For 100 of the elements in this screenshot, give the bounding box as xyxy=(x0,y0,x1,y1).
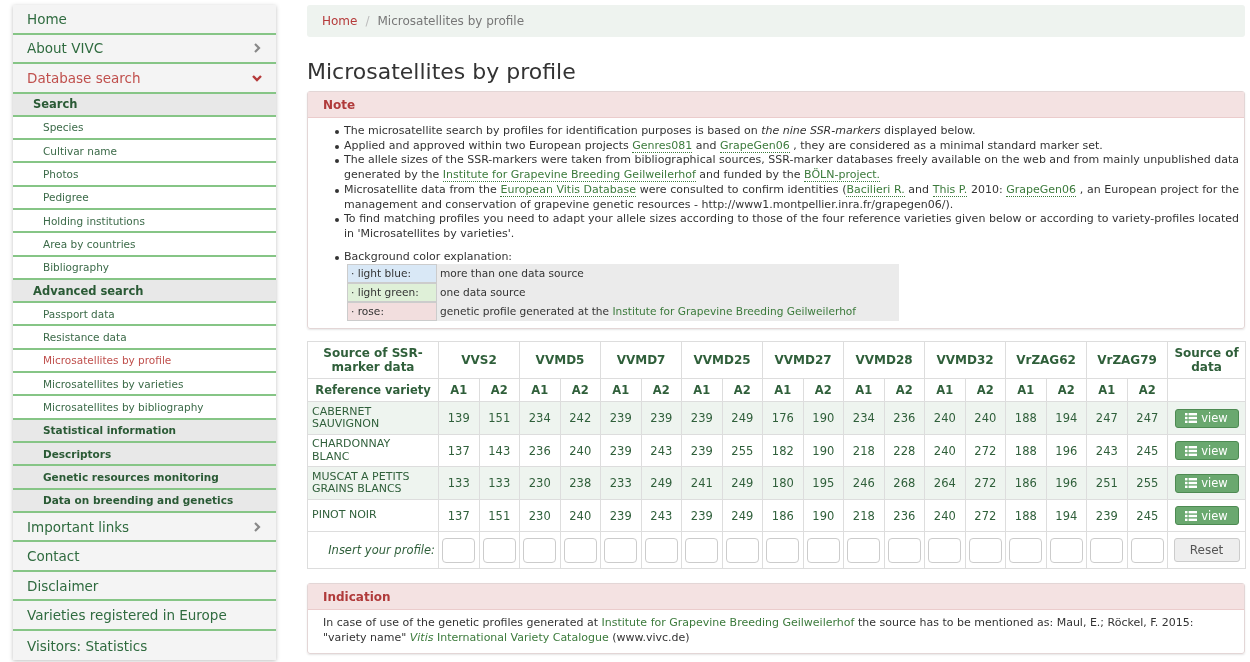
chevron-down-icon xyxy=(252,72,262,83)
table-cell: 218 xyxy=(843,499,885,532)
panel-title: Note xyxy=(323,97,356,112)
link[interactable]: Bacilieri R. xyxy=(846,182,905,197)
reset-button[interactable]: Reset xyxy=(1173,538,1240,563)
menu-item[interactable]: Photos xyxy=(13,163,276,187)
allele-input[interactable] xyxy=(928,537,962,563)
allele-input[interactable] xyxy=(482,537,516,563)
menu-item[interactable]: Visitors: Statistics xyxy=(13,630,276,661)
table-cell: 240 xyxy=(924,499,966,532)
allele-input[interactable] xyxy=(563,537,597,563)
link[interactable]: BÖLN-project. xyxy=(804,168,881,183)
menu-item[interactable]: Varieties registered in Europe xyxy=(13,601,276,631)
allele-input[interactable] xyxy=(1090,537,1124,563)
allele-input[interactable] xyxy=(847,537,881,563)
menu-item[interactable]: Advanced search xyxy=(13,279,276,304)
table-cell: 188 xyxy=(1005,499,1047,532)
table-cell: 246 xyxy=(843,466,885,500)
menu-item[interactable]: Area by countries xyxy=(13,233,276,257)
column-header: A1 xyxy=(438,378,479,402)
allele-input[interactable] xyxy=(806,537,840,563)
menu-item[interactable]: Genetic resources monitoring xyxy=(13,466,276,490)
link[interactable]: This P. xyxy=(932,182,968,197)
table-cell: 239 xyxy=(681,434,723,467)
column-header: A2 xyxy=(1046,378,1087,402)
column-header: A2 xyxy=(641,378,682,402)
column-header: A1 xyxy=(924,378,966,402)
link[interactable]: Vitis International Variety Catalogue xyxy=(409,631,609,645)
allele-input[interactable] xyxy=(968,537,1002,563)
menu-item[interactable]: Descriptors xyxy=(13,442,276,467)
column-header: A1 xyxy=(519,378,560,402)
table-cell: 218 xyxy=(843,434,885,467)
table-cell: 230 xyxy=(519,466,560,500)
table-cell: 190 xyxy=(803,499,844,532)
table-cell: 236 xyxy=(519,434,560,467)
menu-item[interactable]: Contact xyxy=(13,542,276,572)
legend-text: more than one data source xyxy=(439,266,584,282)
table-cell: 188 xyxy=(1005,434,1047,467)
menu-item[interactable]: Microsatellites by profile xyxy=(13,349,276,374)
breadcrumb-separator: / xyxy=(365,14,370,28)
menu-item[interactable]: Statistical information xyxy=(13,419,276,443)
table-cell: 239 xyxy=(600,401,642,435)
allele-input[interactable] xyxy=(685,537,719,563)
menu-item[interactable]: Data on breending and genetics xyxy=(13,489,276,513)
table-cell: 245 xyxy=(1127,434,1168,467)
bullet-icon xyxy=(335,130,339,134)
table-cell: 194 xyxy=(1046,499,1087,532)
table-cell: 236 xyxy=(884,499,925,532)
input-label: Insert your profile: xyxy=(307,531,439,569)
link[interactable]: Genres081 xyxy=(632,138,693,153)
table-cell: 251 xyxy=(1086,466,1128,500)
menu-item[interactable]: Pedigree xyxy=(13,186,276,210)
menu-item[interactable]: Microsatellites by varieties xyxy=(13,373,276,397)
menu-item[interactable]: Important links xyxy=(13,512,276,543)
link[interactable]: European Vitis Database xyxy=(500,182,637,197)
menu-item[interactable]: Species xyxy=(13,116,276,141)
allele-input[interactable] xyxy=(766,537,800,563)
link[interactable]: Institute for Grapevine Breeding Geilweilerhof xyxy=(601,616,855,630)
panel-title: Indication xyxy=(323,589,391,604)
allele-input[interactable] xyxy=(523,537,557,563)
table-cell: 234 xyxy=(519,401,560,435)
menu-item[interactable]: Resistance data xyxy=(13,326,276,350)
table-cell: 188 xyxy=(1005,401,1047,435)
table-cell: 255 xyxy=(722,434,763,467)
allele-input[interactable] xyxy=(887,537,921,563)
bullet-icon xyxy=(335,218,339,223)
allele-input[interactable] xyxy=(442,537,476,563)
menu-item[interactable]: About VIVC xyxy=(13,34,276,64)
table-cell: 190 xyxy=(803,434,844,467)
allele-input[interactable] xyxy=(1009,537,1043,563)
allele-input[interactable] xyxy=(725,537,759,563)
menu-item[interactable]: Microsatellites by bibliography xyxy=(13,396,276,420)
allele-input[interactable] xyxy=(604,537,638,563)
allele-input[interactable] xyxy=(1130,537,1164,563)
column-header: VVMD25 xyxy=(681,341,763,379)
color-key: · light green: xyxy=(347,283,437,303)
menu-item[interactable]: Disclaimer xyxy=(13,571,276,602)
column-header: VVMD32 xyxy=(924,341,1006,379)
breadcrumb-link[interactable]: Home xyxy=(322,14,358,28)
table-cell: 240 xyxy=(965,401,1006,435)
menu-item[interactable]: Holding institutions xyxy=(13,210,276,234)
allele-input[interactable] xyxy=(644,537,678,563)
column-header: VVMD28 xyxy=(843,341,925,379)
table-cell: 272 xyxy=(965,466,1006,500)
menu-item[interactable]: Cultivar name xyxy=(13,140,276,164)
indication-text: In case of use of the genetic profiles generated at Institute for Grapevine Breeding Geilweilerhof the source has to be mentioned as: Maul, E.; Röckel, F. 2015: "variety name" Vitis International Variety Catalogue (www.vivc.de) xyxy=(323,616,1194,645)
link[interactable]: Institute for Grapevine Breeding Geilweilerhof xyxy=(442,168,696,183)
table-cell: 137 xyxy=(438,434,479,467)
menu-item[interactable]: Passport data xyxy=(13,303,276,327)
allele-input[interactable] xyxy=(1049,537,1083,563)
link[interactable]: GrapeGen06 xyxy=(1006,182,1077,197)
menu-item[interactable]: Home xyxy=(13,5,276,35)
link[interactable]: Institute for Grapevine Breeding Geilweilerhof xyxy=(612,304,857,320)
menu-item[interactable]: Bibliography xyxy=(13,256,276,280)
chevron-right-icon xyxy=(252,521,262,532)
table-cell: 228 xyxy=(884,434,925,467)
table-cell: 230 xyxy=(519,499,560,532)
menu-item[interactable]: Search xyxy=(13,93,276,117)
menu-item[interactable]: Database search xyxy=(13,64,276,94)
link[interactable]: GrapeGen06 xyxy=(719,138,790,153)
